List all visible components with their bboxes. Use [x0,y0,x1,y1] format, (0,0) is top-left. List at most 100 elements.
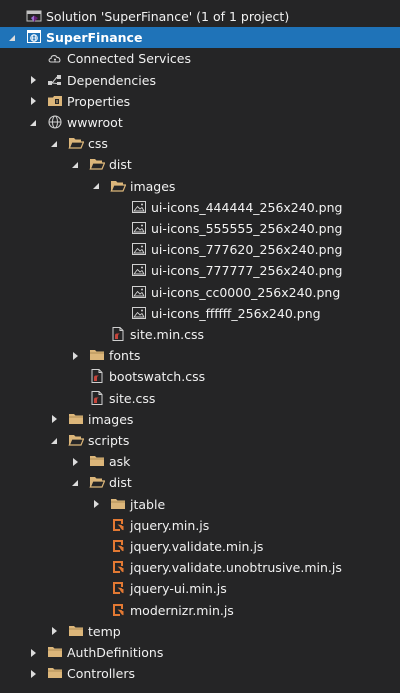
js-file-icon [110,517,126,533]
folder-open-icon [89,474,106,490]
file-ui-icons-777777[interactable]: ui-icons_777777_256x240.png [0,260,400,281]
image-file-icon [131,284,147,300]
folder-open-icon [68,432,85,448]
folder-jtable[interactable]: jtable [0,494,400,515]
globe-icon [47,114,63,130]
item-label: Controllers [67,666,135,682]
expand-chevron-icon[interactable] [69,451,81,472]
item-label: Solution 'SuperFinance' (1 of 1 project) [46,9,290,24]
web-project-icon [26,29,42,45]
item-label: ui-icons_555555_256x240.png [151,221,343,236]
node-wwwroot[interactable]: wwwroot [0,112,400,133]
expand-chevron-icon[interactable] [27,70,39,91]
item-label: Properties [67,93,131,109]
folder-icon [89,453,105,469]
folder-css[interactable]: css [0,133,400,154]
file-bootswatch-css[interactable]: bootswatch.css [0,366,400,387]
image-file-icon [131,241,147,257]
folder-controllers[interactable]: Controllers [0,663,400,684]
image-file-icon [131,220,147,236]
folder-css-dist-images[interactable]: images [0,176,400,197]
expand-chevron-icon[interactable] [48,621,60,642]
file-ui-icons-cc0000[interactable]: ui-icons_cc0000_256x240.png [0,282,400,303]
css-file-icon [110,326,126,342]
folder-icon [68,411,84,427]
solution-icon [26,8,42,24]
collapse-chevron-icon[interactable] [90,176,102,197]
item-label: Dependencies [67,72,156,88]
folder-open-icon [68,135,85,151]
properties-icon [47,93,63,109]
image-file-icon [131,199,147,215]
file-jquery-validate-unobtrusive-min-js[interactable]: jquery.validate.unobtrusive.min.js [0,557,400,578]
node-connected-services[interactable]: Connected Services [0,48,400,69]
item-label: images [88,411,134,427]
folder-icon [47,644,63,660]
file-ui-icons-777620[interactable]: ui-icons_777620_256x240.png [0,239,400,260]
expand-chevron-icon[interactable] [48,409,60,430]
item-label: bootswatch.css [109,369,206,385]
css-file-icon [89,368,105,384]
item-label: ui-icons_444444_256x240.png [151,199,343,215]
collapse-chevron-icon[interactable] [69,472,81,493]
file-ui-icons-444444[interactable]: ui-icons_444444_256x240.png [0,197,400,218]
folder-css-dist[interactable]: dist [0,154,400,175]
folder-ask[interactable]: ask [0,451,400,472]
file-ui-icons-555555[interactable]: ui-icons_555555_256x240.png [0,218,400,239]
image-file-icon [131,305,147,321]
item-label: ui-icons_777777_256x240.png [151,263,343,279]
item-label: jquery-ui.min.js [130,581,227,597]
item-label: ui-icons_cc0000_256x240.png [151,284,341,300]
item-label: jquery.validate.min.js [130,539,264,554]
file-site-min-css[interactable]: site.min.css [0,324,400,345]
expand-chevron-icon[interactable] [27,91,39,112]
expand-chevron-icon[interactable] [90,494,102,515]
folder-authdefinitions[interactable]: AuthDefinitions [0,642,400,663]
node-dependencies[interactable]: Dependencies [0,70,400,91]
file-ui-icons-ffffff[interactable]: ui-icons_ffffff_256x240.png [0,303,400,324]
item-label: ui-icons_777620_256x240.png [151,242,343,258]
item-label: scripts [88,433,130,448]
collapse-chevron-icon[interactable] [48,133,60,154]
node-properties[interactable]: Properties [0,91,400,112]
item-label: images [130,178,176,194]
folder-icon [89,347,105,363]
item-label: site.css [109,390,156,406]
folder-icon [110,496,126,512]
item-label: dist [109,475,132,491]
item-label: wwwroot [67,115,123,130]
solution-node[interactable]: Solution 'SuperFinance' (1 of 1 project) [0,6,400,27]
file-site-css[interactable]: site.css [0,388,400,409]
folder-temp[interactable]: temp [0,621,400,642]
file-jquery-ui-min-js[interactable]: jquery-ui.min.js [0,578,400,599]
collapse-chevron-icon[interactable] [48,430,60,451]
expand-chevron-icon[interactable] [69,345,81,366]
file-jquery-min-js[interactable]: jquery.min.js [0,515,400,536]
folder-scripts-dist[interactable]: dist [0,472,400,493]
folder-open-icon [110,178,127,194]
item-label: jquery.validate.unobtrusive.min.js [130,560,342,576]
folder-scripts[interactable]: scripts [0,430,400,451]
image-file-icon [131,262,147,278]
dependencies-icon [47,72,63,88]
folder-open-icon [89,156,106,172]
js-file-icon [110,580,126,596]
collapse-chevron-icon[interactable] [6,27,18,48]
collapse-chevron-icon[interactable] [69,154,81,175]
item-label: SuperFinance [46,30,143,46]
expand-chevron-icon[interactable] [27,663,39,684]
expand-chevron-icon[interactable] [27,642,39,663]
item-label: temp [88,623,121,639]
item-label: Connected Services [67,51,191,67]
collapse-chevron-icon[interactable] [27,112,39,133]
item-label: AuthDefinitions [67,645,164,660]
solution-explorer-tree: Solution 'SuperFinance' (1 of 1 project)… [0,0,400,693]
folder-icon [68,623,84,639]
folder-images[interactable]: images [0,409,400,430]
folder-fonts[interactable]: fonts [0,345,400,366]
file-modernizr-min-js[interactable]: modernizr.min.js [0,600,400,621]
js-file-icon [110,602,126,618]
file-jquery-validate-min-js[interactable]: jquery.validate.min.js [0,536,400,557]
js-file-icon [110,538,126,554]
project-superfinance[interactable]: SuperFinance [0,27,400,49]
